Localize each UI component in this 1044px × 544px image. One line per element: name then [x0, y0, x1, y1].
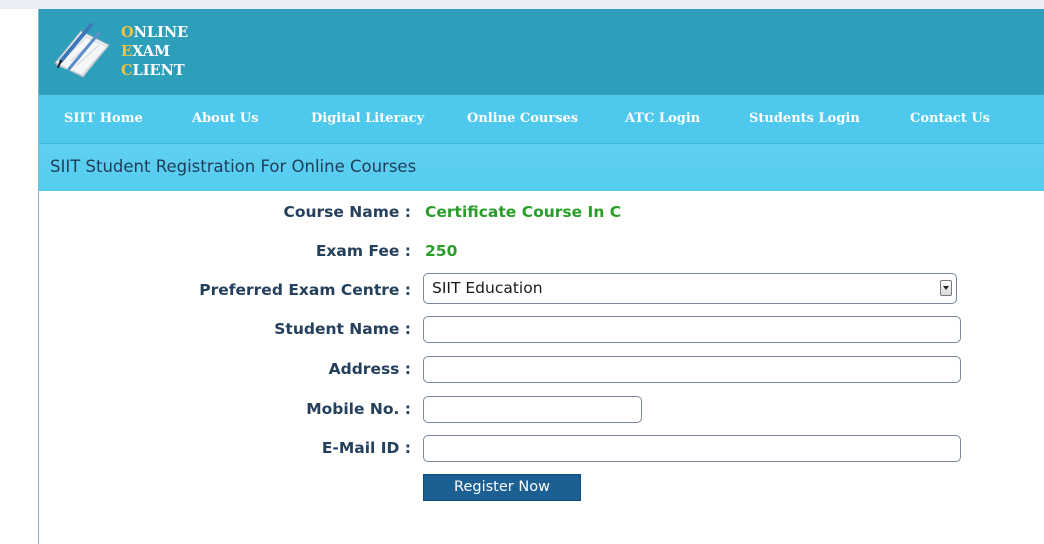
course-name-value: Certificate Course In C [425, 203, 622, 221]
nav-about-us[interactable]: About Us [192, 95, 259, 143]
main-nav: SIIT Home About Us Digital Literacy Onli… [39, 95, 1044, 144]
address-label: Address : [328, 360, 411, 378]
student-name-input[interactable] [423, 316, 961, 343]
page-title: SIIT Student Registration For Online Cou… [50, 157, 417, 176]
email-input[interactable] [423, 435, 961, 462]
course-name-label: Course Name : [283, 203, 411, 221]
address-input[interactable] [423, 356, 961, 383]
exam-centre-selected: SIIT Education [432, 279, 543, 297]
email-label: E-Mail ID : [321, 439, 411, 457]
logo-text: ONLINE EXAM CLIENT [121, 23, 188, 80]
dropdown-button[interactable] [940, 280, 952, 296]
logo-line-client: CLIENT [121, 62, 185, 79]
nav-students-login[interactable]: Students Login [749, 95, 860, 143]
site-header: ONLINE EXAM CLIENT [39, 9, 1044, 95]
exam-centre-select[interactable]: SIIT Education [423, 273, 957, 304]
title-bar: SIIT Student Registration For Online Cou… [39, 144, 1044, 191]
nav-digital-literacy[interactable]: Digital Literacy [311, 95, 424, 143]
nav-siit-home[interactable]: SIIT Home [64, 95, 143, 143]
nav-atc-login[interactable]: ATC Login [625, 95, 700, 143]
exam-fee-label: Exam Fee : [315, 242, 411, 260]
mobile-label: Mobile No. : [306, 400, 411, 418]
nav-contact-us[interactable]: Contact Us [910, 95, 990, 143]
register-now-button[interactable]: Register Now [423, 474, 581, 501]
mobile-input[interactable] [423, 396, 642, 423]
exam-centre-label: Preferred Exam Centre : [199, 281, 411, 299]
logo-line-online: ONLINE [121, 24, 189, 41]
exam-fee-value: 250 [425, 242, 458, 260]
top-strip [0, 0, 1044, 9]
notepad-pen-icon [51, 23, 113, 81]
logo-line-exam: EXAM [121, 43, 171, 60]
nav-online-courses[interactable]: Online Courses [467, 95, 578, 143]
chevron-down-icon [943, 286, 949, 290]
student-name-label: Student Name : [274, 320, 411, 338]
